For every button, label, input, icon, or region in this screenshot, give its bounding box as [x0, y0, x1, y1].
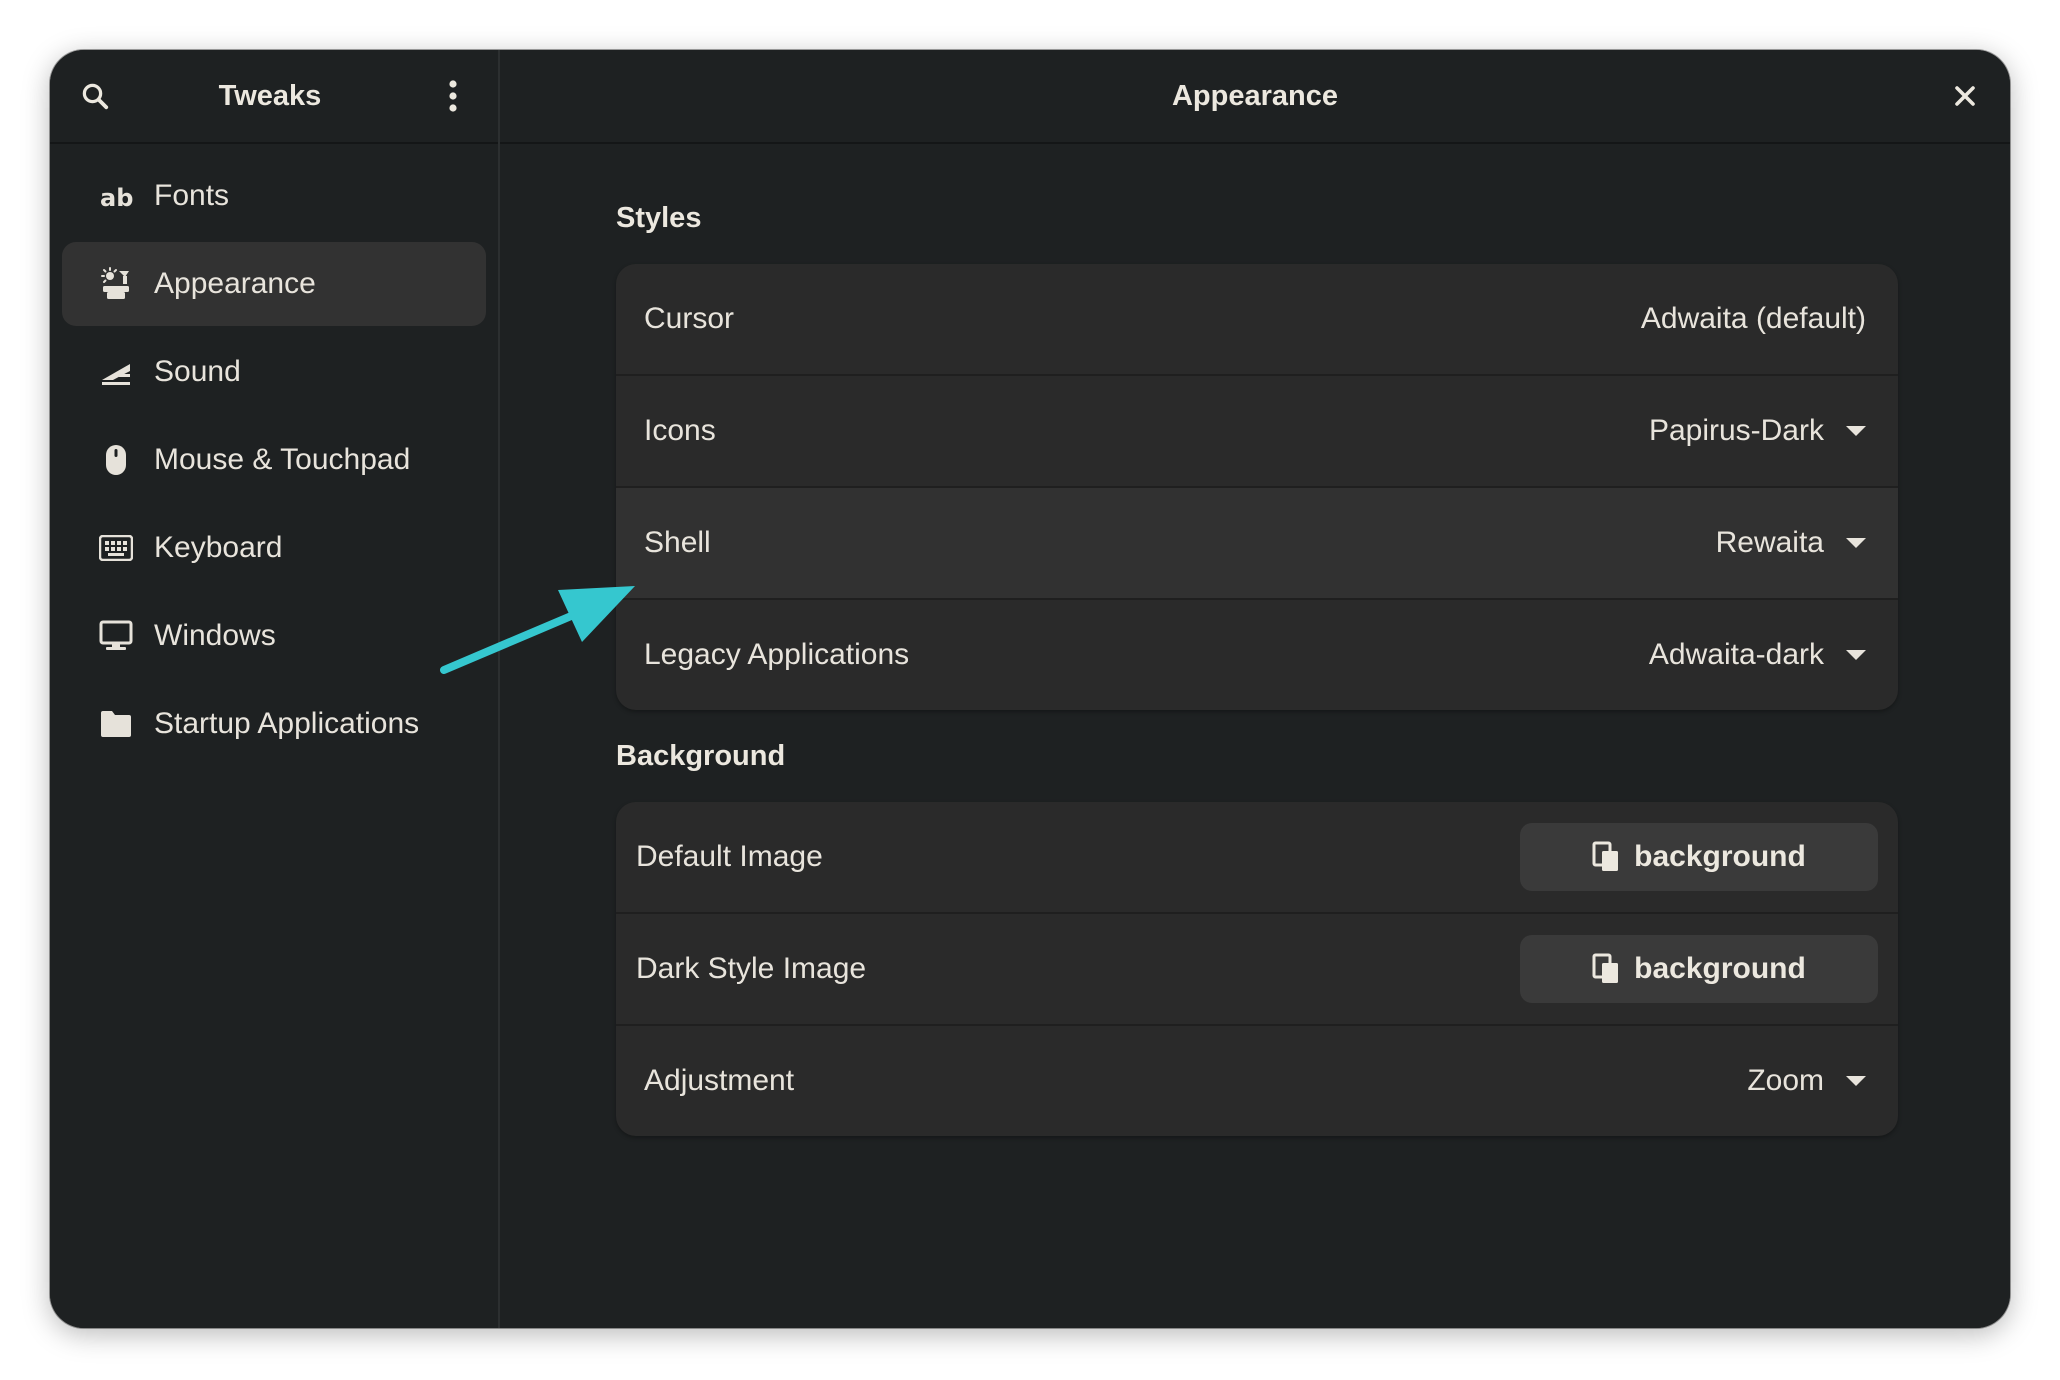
sidebar-item-label: Sound — [154, 355, 241, 388]
legacy-applications-dropdown-value: Adwaita-dark — [1648, 638, 1824, 671]
sidebar-item-label: Fonts — [154, 179, 230, 212]
image-file-icon — [1592, 953, 1619, 983]
content-header: Appearance — [500, 50, 2010, 144]
cursor-value: Adwaita (default) — [1641, 302, 1866, 336]
sidebar-nav: ab Fonts Appearance Sound Mouse & Touchp… — [62, 154, 486, 770]
sidebar-item-label: Keyboard — [154, 531, 283, 564]
dark-style-image-label: Dark Style Image — [636, 952, 867, 985]
icons-dropdown[interactable]: Papirus-Dark — [1649, 414, 1866, 448]
adjustment-label: Adjustment — [644, 1064, 795, 1097]
annotation-arrow-icon — [440, 586, 635, 674]
folder-icon — [98, 706, 134, 742]
sidebar-item-label: Mouse & Touchpad — [154, 443, 411, 476]
chevron-down-icon — [1846, 1076, 1866, 1086]
shell-label: Shell — [644, 526, 711, 559]
image-file-icon — [1592, 841, 1619, 871]
shell-dropdown[interactable]: Rewaita — [1716, 526, 1866, 560]
close-button[interactable] — [1942, 73, 1988, 119]
chevron-down-icon — [1846, 426, 1866, 436]
background-group: Default Image background Dark Style Imag… — [616, 802, 1898, 1136]
mouse-icon — [98, 442, 134, 478]
sidebar-item-appearance[interactable]: Appearance — [62, 242, 486, 326]
dark-style-image-file-button[interactable]: background — [1520, 935, 1878, 1003]
icons-label: Icons — [644, 414, 716, 447]
styles-section-title: Styles — [616, 202, 702, 234]
content-pane: Appearance Styles Cursor Adwaita (defaul… — [500, 50, 2010, 1328]
styles-group: Cursor Adwaita (default) Icons Papirus-D… — [616, 264, 1898, 710]
adjustment-row: Adjustment Zoom — [616, 1026, 1898, 1136]
chevron-down-icon — [1846, 650, 1866, 660]
sidebar-item-label: Startup Applications — [154, 707, 420, 740]
adjustment-dropdown[interactable]: Zoom — [1747, 1064, 1866, 1098]
shell-dropdown-value: Rewaita — [1715, 526, 1824, 559]
icons-dropdown-value: Papirus-Dark — [1648, 414, 1824, 447]
sidebar-item-startup-applications[interactable]: Startup Applications — [62, 682, 486, 766]
sidebar-title: Tweaks — [218, 80, 322, 112]
icons-row: Icons Papirus-Dark — [616, 376, 1898, 488]
default-image-button-label: background — [1634, 840, 1806, 873]
sound-icon — [98, 354, 134, 390]
dark-style-image-row: Dark Style Image background — [616, 914, 1898, 1026]
sidebar-item-sound[interactable]: Sound — [62, 330, 486, 414]
legacy-applications-dropdown[interactable]: Adwaita-dark — [1649, 638, 1866, 672]
tweaks-window: Tweaks ab Fonts Appearance Sound Mouse &… — [50, 50, 2010, 1328]
sidebar-item-label: Windows — [154, 619, 276, 652]
sidebar-item-keyboard[interactable]: Keyboard — [62, 506, 486, 590]
search-icon — [82, 83, 109, 110]
sidebar-item-fonts[interactable]: ab Fonts — [62, 154, 486, 238]
dark-style-image-button-label: background — [1634, 952, 1806, 985]
page-title: Appearance — [1171, 80, 1338, 112]
cursor-value-text: Adwaita (default) — [1640, 302, 1866, 335]
legacy-applications-row: Legacy Applications Adwaita-dark — [616, 600, 1898, 710]
background-section-title: Background — [616, 740, 786, 772]
keyboard-icon — [98, 530, 134, 566]
close-icon — [1955, 86, 1975, 106]
sidebar-item-windows[interactable]: Windows — [62, 594, 486, 678]
adjustment-dropdown-value: Zoom — [1747, 1064, 1824, 1097]
legacy-applications-label: Legacy Applications — [644, 638, 910, 671]
kebab-menu-icon — [449, 80, 457, 112]
shell-row: Shell Rewaita — [616, 488, 1898, 600]
cursor-label: Cursor — [644, 302, 735, 335]
sidebar-header: Tweaks — [50, 50, 498, 144]
default-image-file-button[interactable]: background — [1520, 823, 1878, 891]
sidebar-item-label: Appearance — [154, 267, 316, 300]
monitor-icon — [98, 618, 134, 654]
chevron-down-icon — [1846, 538, 1866, 548]
default-image-row: Default Image background — [616, 802, 1898, 914]
default-image-label: Default Image — [636, 840, 823, 873]
sidebar-item-mouse-touchpad[interactable]: Mouse & Touchpad — [62, 418, 486, 502]
fonts-icon: ab — [98, 178, 134, 214]
search-button[interactable] — [72, 73, 118, 119]
appearance-icon — [98, 266, 134, 302]
main-menu-button[interactable] — [430, 73, 476, 119]
cursor-row: Cursor Adwaita (default) — [616, 264, 1898, 376]
svg-text:ab: ab — [100, 184, 133, 210]
